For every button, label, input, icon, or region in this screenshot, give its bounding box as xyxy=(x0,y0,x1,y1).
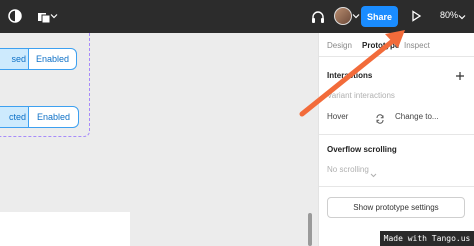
chevron-down-icon[interactable] xyxy=(50,12,58,20)
variant-label: Enabled xyxy=(36,112,71,122)
interactions-title: Interactions xyxy=(327,71,373,80)
variant-label: Enabled xyxy=(35,54,70,64)
overflow-title: Overflow scrolling xyxy=(327,145,397,154)
avatar[interactable] xyxy=(334,7,352,25)
share-button[interactable]: Share xyxy=(361,6,398,27)
divider xyxy=(319,186,474,187)
tab-inspect[interactable]: Inspect xyxy=(404,41,430,50)
plus-icon[interactable] xyxy=(455,68,465,80)
tab-prototype[interactable]: Prototype xyxy=(362,41,399,50)
variant-label: cted xyxy=(0,107,29,127)
variant-component[interactable]: cted Enabled xyxy=(0,106,79,128)
chevron-down-icon[interactable] xyxy=(458,13,466,21)
chevron-down-icon[interactable] xyxy=(370,166,377,178)
swap-icon xyxy=(375,111,385,124)
scrollbar[interactable] xyxy=(308,213,312,246)
canvas-frame[interactable] xyxy=(0,212,130,246)
variant-interactions-label: Variant interactions xyxy=(327,91,395,100)
interaction-action[interactable]: Change to... xyxy=(395,112,439,121)
play-icon[interactable] xyxy=(409,9,423,23)
show-prototype-settings-button[interactable]: Show prototype settings xyxy=(327,197,465,218)
canvas[interactable]: sed Enabled cted Enabled xyxy=(0,33,318,246)
properties-panel: Design Prototype Inspect Interactions Va… xyxy=(318,33,474,246)
contrast-icon[interactable] xyxy=(7,8,23,24)
tab-design[interactable]: Design xyxy=(327,41,352,50)
interaction-trigger[interactable]: Hover xyxy=(327,112,348,121)
headphones-icon[interactable] xyxy=(309,8,327,26)
toolbar: Share 80% xyxy=(0,0,474,33)
variant-label: sed xyxy=(0,49,29,69)
overflow-select[interactable]: No scrolling xyxy=(327,165,369,174)
chevron-down-icon[interactable] xyxy=(352,12,360,20)
divider xyxy=(319,134,474,135)
variant-component[interactable]: sed Enabled xyxy=(0,48,77,70)
panel-tabs: Design Prototype Inspect xyxy=(319,33,474,57)
zoom-level[interactable]: 80% xyxy=(440,10,458,20)
watermark: Made with Tango.us xyxy=(380,231,474,246)
